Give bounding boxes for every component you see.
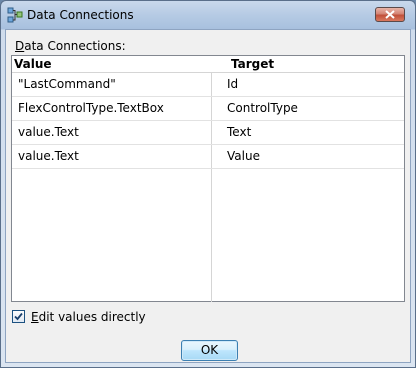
column-header-target[interactable]: Target (231, 56, 274, 72)
ok-button[interactable]: OK (181, 340, 238, 361)
data-connections-label: Data Connections: (15, 39, 126, 53)
connections-grid[interactable]: Value Target "LastCommand" Id FlexContro… (11, 55, 405, 302)
table-row[interactable]: "LastCommand" Id (12, 73, 404, 97)
column-header-value[interactable]: Value (14, 56, 52, 72)
cell-target[interactable]: Text (227, 121, 251, 144)
cell-target[interactable]: Value (227, 145, 260, 168)
cell-value[interactable]: value.Text (18, 145, 79, 168)
dialog-content: Data Connections: Value Target "LastComm… (5, 29, 411, 363)
cell-value[interactable]: value.Text (18, 121, 79, 144)
table-row[interactable]: value.Text Text (12, 121, 404, 145)
table-row[interactable]: value.Text Value (12, 145, 404, 169)
dialog-window: Data Connections Data Connections: Value… (0, 0, 416, 368)
grid-header: Value Target (12, 56, 404, 73)
table-row[interactable]: FlexControlType.TextBox ControlType (12, 97, 404, 121)
title-bar[interactable]: Data Connections (1, 1, 415, 29)
close-icon (385, 10, 395, 19)
cell-value[interactable]: FlexControlType.TextBox (18, 97, 164, 120)
checkmark-icon (14, 312, 23, 321)
data-connections-icon (7, 7, 23, 23)
cell-value[interactable]: "LastCommand" (18, 73, 116, 96)
window-title: Data Connections (27, 8, 134, 22)
close-button[interactable] (375, 7, 405, 22)
edit-values-directly-label[interactable]: Edit values directly (31, 309, 146, 325)
edit-values-directly-checkbox[interactable] (12, 310, 25, 323)
cell-target[interactable]: ControlType (227, 97, 298, 120)
cell-target[interactable]: Id (227, 73, 238, 96)
